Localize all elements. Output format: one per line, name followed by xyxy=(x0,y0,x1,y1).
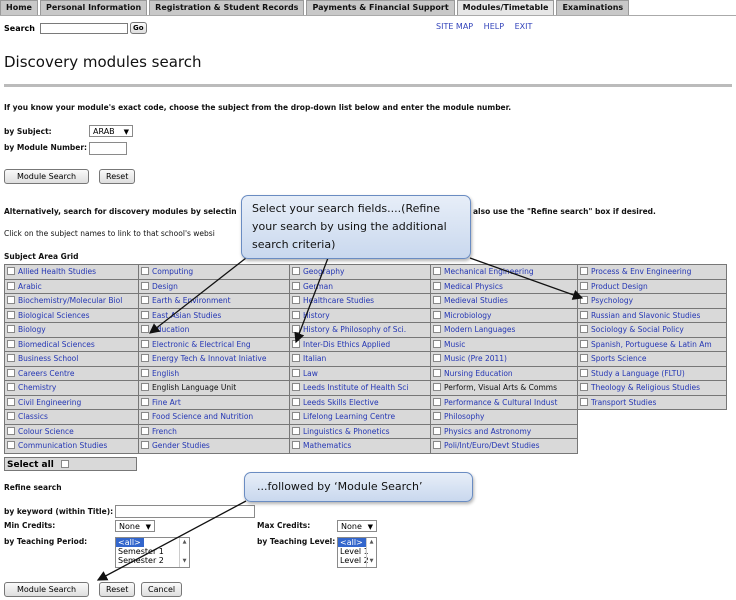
arrow-to-module-search xyxy=(96,500,247,581)
callout-text: ...followed by ‘Module Search’ xyxy=(257,480,423,493)
annotation-arrows xyxy=(96,257,584,581)
callout-module-search: ...followed by ‘Module Search’ xyxy=(244,472,473,502)
arrow-to-ethics xyxy=(294,257,329,344)
arrow-to-psychology xyxy=(469,257,584,300)
callout-text: search criteria) xyxy=(252,238,336,251)
callout-text: your search by using the additional xyxy=(252,220,447,233)
callout-text: Select your search fields....(Refine xyxy=(252,202,441,215)
arrow-to-education xyxy=(148,257,247,334)
callout-select-fields: Select your search fields....(Refine you… xyxy=(241,195,471,259)
